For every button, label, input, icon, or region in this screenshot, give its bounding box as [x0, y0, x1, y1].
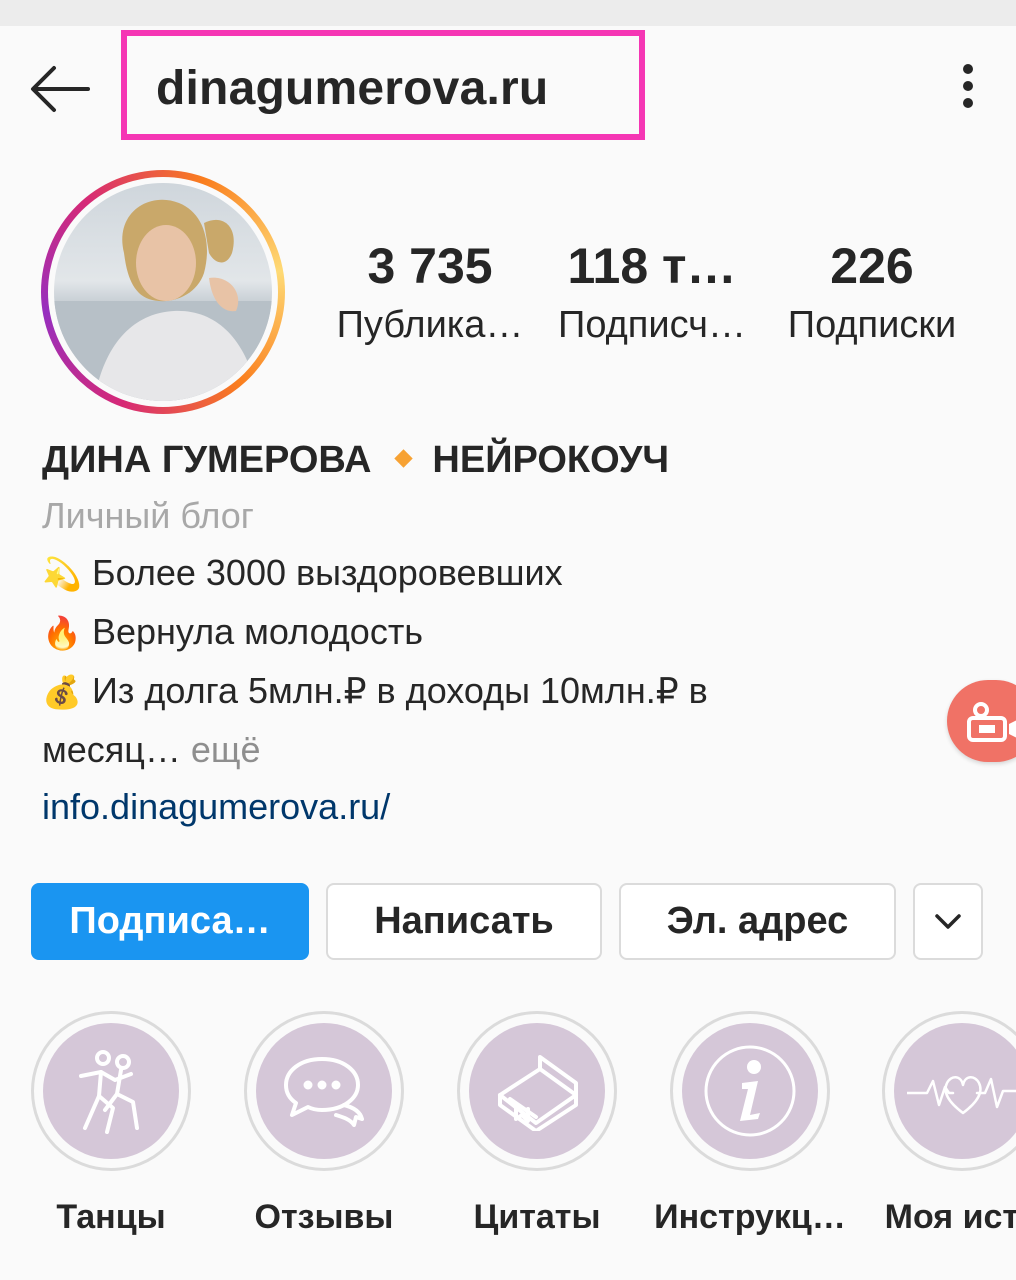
message-button[interactable]: Написать — [326, 883, 602, 960]
following-count: 226 — [830, 238, 914, 294]
highlight-label: Отзывы — [254, 1198, 394, 1236]
email-button[interactable]: Эл. адрес — [619, 883, 896, 960]
display-name-line: ДИНА ГУМЕРОВА НЕЙРОКОУЧ — [42, 432, 982, 488]
display-name: ДИНА ГУМЕРОВА — [42, 439, 372, 481]
chevron-down-icon — [935, 913, 961, 929]
back-button[interactable] — [28, 56, 94, 122]
more-vertical-icon — [950, 64, 986, 108]
highlight-item[interactable]: Инструкц… — [644, 1011, 856, 1239]
arrow-left-icon — [31, 66, 90, 112]
chat-bubbles-icon — [284, 1057, 364, 1127]
follow-button[interactable]: Подписа… — [31, 883, 309, 960]
posts-count: 3 735 — [367, 238, 493, 294]
bio-line: месяц… ещё — [42, 721, 982, 778]
posts-stat[interactable]: 3 735 Публика… — [330, 236, 530, 348]
suggestions-dropdown-button[interactable] — [913, 883, 983, 960]
highlight-item[interactable]: Цитаты — [431, 1011, 643, 1239]
bio-line: 💫 Более 3000 выздоровевших — [42, 544, 982, 603]
book-icon — [498, 1055, 578, 1131]
highlight-label: Цитаты — [473, 1198, 601, 1236]
followers-stat[interactable]: 118 т… Подписч… — [552, 236, 752, 348]
followers-count: 118 т… — [567, 238, 737, 294]
diamond-icon — [394, 449, 414, 469]
dizzy-star-icon: 💫 — [42, 556, 82, 592]
highlight-label: Моя исто — [884, 1198, 1016, 1236]
following-label: Подписки — [787, 304, 957, 346]
more-options-button[interactable] — [950, 64, 986, 112]
highlight-label: Танцы — [56, 1198, 166, 1236]
heart-pulse-icon — [907, 1076, 1016, 1115]
avatar-story-ring[interactable] — [41, 170, 285, 414]
highlight-label: Инструкц… — [654, 1198, 846, 1236]
highlight-item[interactable]: Танцы — [5, 1011, 217, 1239]
video-camera-icon — [967, 702, 1016, 742]
fire-icon: 🔥 — [42, 615, 82, 651]
highlight-item[interactable]: Отзывы — [218, 1011, 430, 1239]
bio-more-link[interactable]: ещё — [191, 729, 261, 770]
bio-continuation: месяц… — [42, 729, 181, 770]
money-bag-icon: 💰 — [42, 674, 82, 710]
highlight-item[interactable]: Моя исто — [856, 1011, 1016, 1239]
following-stat[interactable]: 226 Подписки — [772, 236, 972, 348]
bio-line: 💰 Из долга 5млн.₽ в доходы 10млн.₽ в — [42, 662, 982, 721]
avatar — [54, 183, 272, 401]
profile-link[interactable]: info.dinagumerova.ru/ — [42, 778, 982, 836]
followers-label: Подписч… — [558, 304, 746, 346]
bio-line: 🔥 Вернула молодость — [42, 603, 982, 662]
posts-label: Публика… — [336, 304, 524, 346]
info-icon — [704, 1045, 796, 1137]
profile-category: Личный блог — [42, 495, 254, 536]
dancing-couple-icon — [79, 1050, 139, 1134]
profile-bio: ДИНА ГУМЕРОВА НЕЙРОКОУЧ Личный блог 💫 Боле… — [42, 432, 982, 836]
status-strip — [0, 0, 1016, 26]
profile-title: НЕЙРОКОУЧ — [432, 439, 670, 481]
profile-username: dinagumerova.ru — [156, 62, 549, 115]
